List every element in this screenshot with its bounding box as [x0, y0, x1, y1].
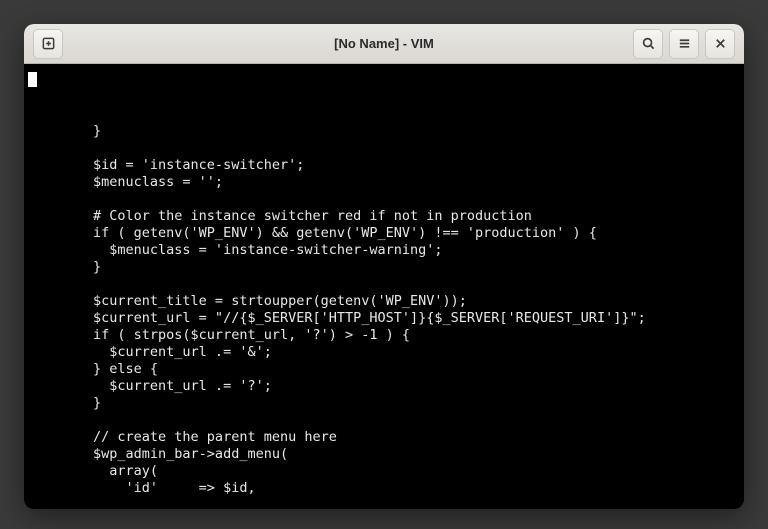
terminal-window: [No Name] - VIM	[24, 24, 744, 509]
menu-button[interactable]	[669, 29, 699, 59]
search-icon	[641, 36, 656, 51]
close-icon	[713, 36, 728, 51]
search-button[interactable]	[633, 29, 663, 59]
titlebar: [No Name] - VIM	[24, 24, 744, 64]
hamburger-icon	[677, 36, 692, 51]
code-content: } $id = 'instance-switcher'; $menuclass …	[24, 123, 744, 497]
vim-cursor	[28, 72, 37, 87]
editor-area[interactable]: } $id = 'instance-switcher'; $menuclass …	[24, 64, 744, 509]
close-button[interactable]	[705, 29, 735, 59]
new-tab-button[interactable]	[33, 29, 63, 59]
new-tab-icon	[41, 36, 56, 51]
